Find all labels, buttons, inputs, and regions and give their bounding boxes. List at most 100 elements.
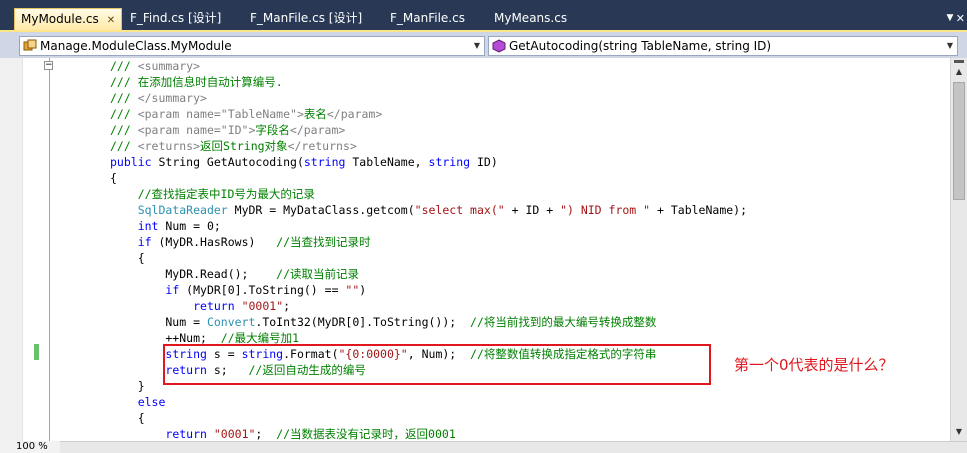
code-token: 表名 [303, 107, 327, 121]
code-token: </param> [289, 123, 346, 137]
code-token: "0001" [241, 299, 284, 313]
tab-mymodule-cs[interactable]: MyModule.cs ✕ [14, 8, 123, 31]
annotation-text: 第一个0代表的是什么？ [734, 356, 894, 374]
class-icon [23, 39, 37, 51]
code-line[interactable]: { [110, 410, 145, 426]
code-token: { [110, 251, 145, 265]
code-token: </returns> [287, 139, 357, 153]
code-token: ++Num; [110, 331, 221, 345]
indicator-margin[interactable] [0, 58, 23, 441]
code-token: <param name="ID"> [137, 123, 256, 137]
scroll-up-icon[interactable]: ▲ [951, 65, 967, 79]
code-token: <returns> [137, 139, 201, 153]
code-token: Num = 0; [158, 219, 221, 233]
code-line[interactable]: /// <param name="TableName">表名</param> [110, 106, 382, 122]
code-token: else [137, 395, 166, 409]
tab-f-manfile-cs[interactable]: F_ManFile.cs [384, 8, 471, 30]
code-token: { [110, 411, 145, 425]
member-combo[interactable]: GetAutocoding(string TableName, string I… [488, 36, 958, 56]
code-line[interactable]: /// <returns>返回String对象</returns> [110, 138, 357, 154]
tab-overflow-chevron-icon[interactable] [945, 13, 955, 23]
code-token: string [428, 155, 471, 169]
code-line[interactable]: public String GetAutocoding(string Table… [110, 154, 498, 170]
vertical-scrollbar[interactable]: ▲ ▼ [950, 58, 967, 441]
code-line[interactable]: return "0001"; //当数据表没有记录时，返回0001 [110, 426, 456, 442]
code-token: /// [110, 123, 138, 137]
code-token: return [165, 427, 207, 441]
code-token: /// [110, 139, 138, 153]
code-token: 在添加信息时自动计算编号. [137, 75, 283, 89]
scroll-thumb[interactable] [953, 82, 965, 200]
code-line[interactable]: MyDR.Read(); //读取当前记录 [110, 266, 359, 282]
code-line[interactable]: int Num = 0; [110, 218, 221, 234]
code-line[interactable]: if (MyDR.HasRows) //当查找到记录时 [110, 234, 371, 250]
class-combo[interactable]: Manage.ModuleClass.MyModule ▼ [19, 36, 485, 56]
collapse-icon[interactable]: − [44, 61, 53, 70]
code-line[interactable]: /// </summary> [110, 90, 207, 106]
code-token: ID) [470, 155, 498, 169]
code-token: ") NID from " [560, 203, 651, 217]
code-token: MyDR.Read(); [110, 267, 277, 281]
outline-guide [49, 58, 50, 441]
tab-label: F_ManFile.cs [设计] [250, 11, 363, 25]
code-line[interactable]: return "0001"; [110, 298, 290, 314]
code-token: Convert [206, 315, 256, 329]
change-marker [34, 344, 39, 360]
code-token: "" [345, 283, 360, 297]
code-token: .ToInt32(MyDR[0].ToString()); [255, 315, 471, 329]
close-window-icon[interactable]: ✕ [956, 12, 965, 25]
code-token: MyDR = MyDataClass.getcom( [227, 203, 415, 217]
code-token: Num = [110, 315, 207, 329]
class-combo-value: Manage.ModuleClass.MyModule [40, 39, 232, 53]
code-token: ) [359, 283, 367, 297]
tab-label: F_Find.cs [设计] [130, 11, 222, 25]
code-token: //当查找到记录时 [276, 235, 371, 249]
code-token: (MyDR[0].ToString() == [179, 283, 346, 297]
chevron-down-icon[interactable]: ▼ [474, 37, 480, 55]
code-token: "0001" [213, 427, 256, 441]
scroll-down-icon[interactable]: ▼ [951, 425, 967, 439]
document-tab-strip: MyModule.cs ✕ F_Find.cs [设计] F_ManFile.cs… [0, 0, 967, 30]
method-icon [492, 39, 506, 53]
code-token: <param name="TableName"> [137, 107, 304, 121]
code-line[interactable]: { [110, 170, 117, 186]
annotation-highlight-box [163, 344, 711, 385]
code-token: </summary> [137, 91, 207, 105]
code-line[interactable]: SqlDataReader MyDR = MyDataClass.getcom(… [110, 202, 747, 218]
splitter-handle[interactable] [954, 60, 964, 63]
code-token: //将当前找到的最大编号转换成整数 [470, 315, 657, 329]
tab-mymeans-cs[interactable]: MyMeans.cs [488, 8, 573, 30]
tab-label: F_ManFile.cs [390, 11, 465, 25]
code-token: /// [110, 107, 138, 121]
tab-f-find-design[interactable]: F_Find.cs [设计] [124, 8, 227, 30]
zoom-level[interactable]: 100 % [0, 441, 60, 453]
code-line[interactable]: Num = Convert.ToInt32(MyDR[0].ToString()… [110, 314, 656, 330]
code-token: TableName, [345, 155, 429, 169]
code-token: + TableName); [650, 203, 748, 217]
code-editor[interactable]: − /// <summary>/// 在添加信息时自动计算编号./// </su… [0, 58, 967, 441]
code-token: <summary> [137, 59, 201, 73]
code-line[interactable]: /// <param name="ID">字段名</param> [110, 122, 345, 138]
code-token: /// [110, 75, 138, 89]
code-line[interactable]: } [110, 378, 145, 394]
code-line[interactable]: { [110, 250, 145, 266]
code-token: ; [255, 427, 277, 441]
code-line[interactable]: /// <summary> [110, 58, 200, 74]
chevron-down-icon[interactable]: ▼ [947, 37, 953, 55]
tab-f-manfile-design[interactable]: F_ManFile.cs [设计] [244, 8, 368, 30]
code-line[interactable]: else [110, 394, 166, 410]
close-icon[interactable]: ✕ [107, 11, 115, 31]
code-line[interactable]: //查找指定表中ID号为最大的记录 [110, 186, 315, 202]
code-token: + ID + [504, 203, 561, 217]
code-token: //当数据表没有记录时，返回0001 [276, 427, 456, 441]
code-line[interactable]: /// 在添加信息时自动计算编号. [110, 74, 283, 90]
code-line[interactable]: if (MyDR[0].ToString() == "") [110, 282, 366, 298]
